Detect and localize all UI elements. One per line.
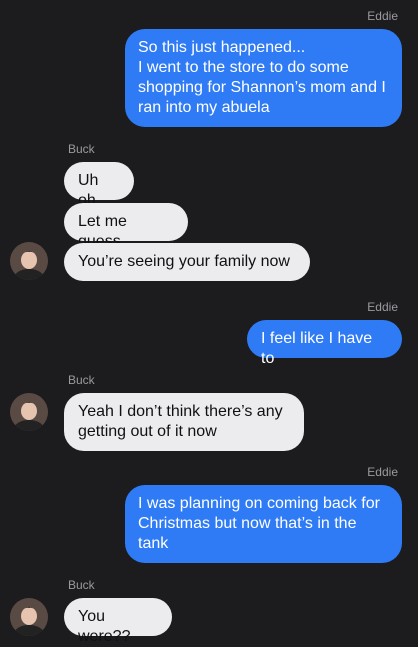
message-bubble-incoming[interactable]: Yeah I don’t think there’s any getting o… xyxy=(64,393,304,451)
message-bubble-incoming[interactable]: Let me guess xyxy=(64,203,188,250)
avatar-photo xyxy=(10,242,48,280)
message-bubble-incoming[interactable]: You were?? xyxy=(64,598,172,645)
message-text: You were?? xyxy=(78,608,131,645)
message-bubble-incoming[interactable]: You’re seeing your family now xyxy=(64,243,310,281)
buck-avatar[interactable] xyxy=(10,242,48,280)
sender-label-eddie: Eddie xyxy=(367,9,398,23)
message-bubble-outgoing[interactable]: I was planning on coming back for Christ… xyxy=(125,485,402,563)
message-text: So this just happened... I went to the s… xyxy=(138,39,386,116)
buck-avatar[interactable] xyxy=(10,598,48,636)
message-bubble-outgoing[interactable]: I feel like I have to xyxy=(247,320,402,367)
sender-label-eddie: Eddie xyxy=(367,300,398,314)
sender-label-eddie: Eddie xyxy=(367,465,398,479)
message-bubble-incoming[interactable]: Uh oh xyxy=(64,162,134,209)
message-text: I feel like I have to xyxy=(261,330,373,367)
message-text: I was planning on coming back for Christ… xyxy=(138,495,380,552)
sender-label-buck: Buck xyxy=(68,142,95,156)
buck-avatar[interactable] xyxy=(10,393,48,431)
sender-label-buck: Buck xyxy=(68,578,95,592)
message-text: Yeah I don’t think there’s any getting o… xyxy=(78,403,283,440)
message-bubble-outgoing[interactable]: So this just happened... I went to the s… xyxy=(125,29,402,127)
avatar-photo xyxy=(10,393,48,431)
message-text: You’re seeing your family now xyxy=(78,253,290,270)
avatar-photo xyxy=(10,598,48,636)
sender-label-buck: Buck xyxy=(68,373,95,387)
